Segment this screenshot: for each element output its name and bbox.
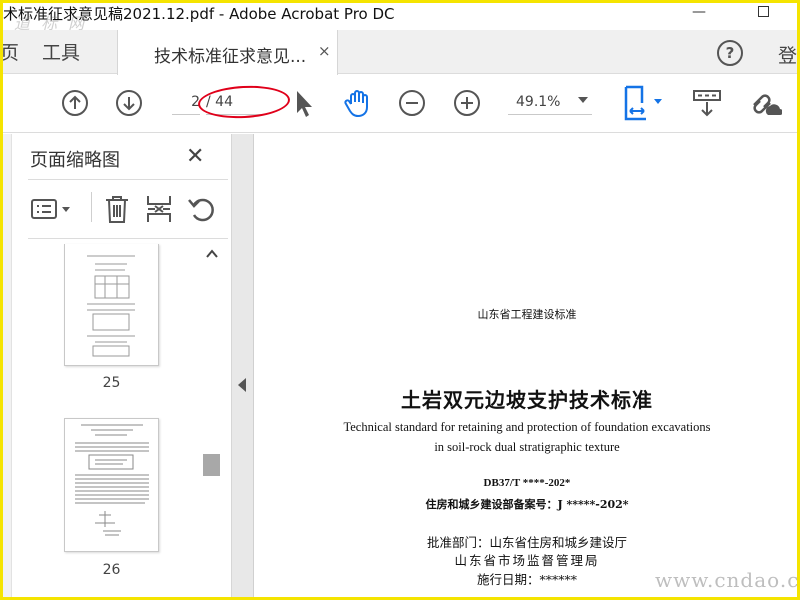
tab-document-label: 技术标准征求意见... bbox=[154, 47, 307, 67]
page-number-input[interactable]: 2 bbox=[172, 91, 200, 115]
minimize-button[interactable]: — bbox=[684, 2, 714, 24]
divider bbox=[28, 179, 228, 180]
doc-code: DB37/T ****-202* bbox=[483, 477, 571, 489]
thumbnail-preview bbox=[87, 255, 135, 357]
thumbnail-panel: 页面缩略图 ✕ 25 26 bbox=[0, 134, 232, 600]
share-link-icon[interactable] bbox=[748, 87, 782, 119]
thumbnail-scrollbar[interactable] bbox=[202, 246, 220, 600]
page-thumbnail[interactable] bbox=[64, 244, 159, 366]
doc-title: 土岩双元边坡支护技术标准 bbox=[401, 388, 653, 412]
divider bbox=[28, 238, 228, 239]
maximize-button[interactable] bbox=[748, 2, 778, 24]
divider bbox=[91, 192, 92, 222]
scrollbar-thumb[interactable] bbox=[203, 454, 220, 476]
thumbnail-preview bbox=[75, 424, 149, 536]
doc-record-number: 住房和城乡建设部备案号：J *****-202* bbox=[425, 498, 629, 511]
zoom-input[interactable]: 49.1% bbox=[508, 91, 592, 115]
toolbar: 2 / 44 49.1% bbox=[0, 75, 800, 133]
document-view[interactable]: 山东省工程建设标准 土岩双元边坡支护技术标准 Technical standar… bbox=[254, 134, 800, 600]
login-button[interactable]: 登 bbox=[778, 41, 797, 68]
doc-english-title-line2: in soil-rock dual stratigraphic texture bbox=[434, 440, 620, 454]
scroll-up-icon[interactable] bbox=[205, 248, 219, 260]
zoom-out-icon[interactable] bbox=[398, 89, 426, 117]
tab-document[interactable]: 技术标准征求意见... × bbox=[117, 30, 338, 75]
title-bar: 术标准征求意见稿2021.12.pdf - Adobe Acrobat Pro … bbox=[0, 0, 800, 33]
panel-title: 页面缩略图 bbox=[30, 150, 120, 171]
panel-collapse-handle[interactable] bbox=[232, 134, 254, 600]
doc-org: 山东省工程建设标准 bbox=[477, 308, 577, 321]
tab-home[interactable]: 页 bbox=[0, 38, 19, 65]
maximize-icon bbox=[757, 6, 769, 17]
options-menu-icon[interactable] bbox=[30, 198, 74, 220]
tab-close-button[interactable]: × bbox=[318, 42, 331, 60]
panel-edge bbox=[0, 134, 12, 600]
arrow-down-icon[interactable] bbox=[115, 89, 143, 117]
trash-icon[interactable] bbox=[104, 194, 130, 224]
thumbnail-page-label: 25 bbox=[102, 375, 121, 391]
doc-english-title-line1: Technical standard for retaining and pro… bbox=[343, 420, 711, 434]
panel-close-button[interactable]: ✕ bbox=[186, 144, 204, 169]
doc-approver: 批准部门：山东省住房和城乡建设厅 bbox=[426, 535, 627, 550]
collapse-left-icon[interactable] bbox=[238, 378, 246, 392]
tab-tools[interactable]: 工具 bbox=[42, 38, 80, 65]
watermark-url: www.cndao.com bbox=[655, 568, 800, 592]
fit-page-icon[interactable] bbox=[622, 85, 668, 121]
rotate-icon[interactable] bbox=[186, 195, 216, 223]
thumbnail-page-label: 26 bbox=[102, 562, 121, 578]
doc-approver2: 山东省市场监督管理局 bbox=[454, 553, 600, 568]
arrow-up-icon[interactable] bbox=[61, 89, 89, 117]
zoom-in-icon[interactable] bbox=[453, 89, 481, 117]
chevron-down-icon[interactable] bbox=[578, 97, 588, 103]
tab-bar: 页 工具 技术标准征求意见... × bbox=[0, 30, 800, 75]
help-icon[interactable]: ? bbox=[717, 40, 743, 66]
pointer-icon[interactable] bbox=[294, 89, 314, 119]
annotation-ellipse bbox=[197, 83, 291, 121]
insert-page-icon[interactable] bbox=[145, 194, 173, 224]
page-thumbnail[interactable] bbox=[64, 418, 159, 552]
hand-icon[interactable] bbox=[342, 87, 374, 119]
scroll-mode-icon[interactable] bbox=[692, 89, 722, 117]
